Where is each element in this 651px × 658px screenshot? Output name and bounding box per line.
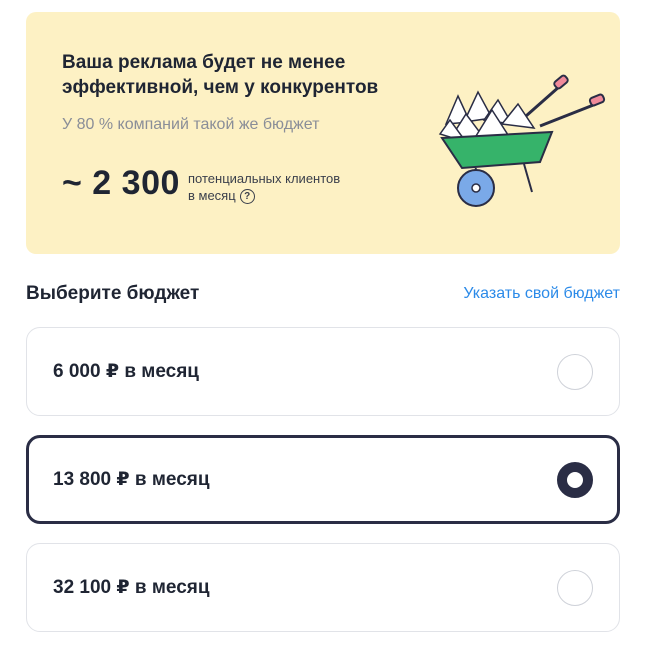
budget-option-label: 6 000 ₽ в месяц bbox=[53, 361, 199, 382]
budget-option-label: 13 800 ₽ в месяц bbox=[53, 469, 210, 490]
clients-desc-line2: в месяц bbox=[188, 188, 236, 203]
budget-option-6000[interactable]: 6 000 ₽ в месяц bbox=[26, 327, 620, 416]
budget-section-title: Выберите бюджет bbox=[26, 283, 200, 304]
clients-description: потенциальных клиентов в месяц? bbox=[188, 170, 341, 205]
radio-button-selected[interactable] bbox=[557, 461, 593, 498]
promo-subtitle: У 80 % компаний такой же бюджет bbox=[62, 116, 320, 133]
clients-desc-line2-wrap: в месяц? bbox=[188, 187, 340, 205]
clients-count: ~ 2 300 bbox=[62, 164, 180, 202]
radio-button[interactable] bbox=[557, 353, 593, 390]
promo-banner: Ваша реклама будет не менее эффективной,… bbox=[26, 12, 620, 254]
help-icon[interactable]: ? bbox=[239, 189, 255, 205]
radio-button[interactable] bbox=[557, 569, 593, 606]
custom-budget-link[interactable]: Указать свой бюджет bbox=[463, 285, 620, 303]
clients-desc-line1: потенциальных клиентов bbox=[188, 171, 341, 186]
promo-title: Ваша реклама будет не менее эффективной,… bbox=[62, 52, 379, 98]
budget-option-label: 32 100 ₽ в месяц bbox=[53, 577, 210, 598]
budget-option-32100[interactable]: 32 100 ₽ в месяц bbox=[26, 543, 620, 632]
wheelbarrow-icon bbox=[438, 74, 606, 207]
budget-option-13800[interactable]: 13 800 ₽ в месяц bbox=[26, 435, 620, 524]
